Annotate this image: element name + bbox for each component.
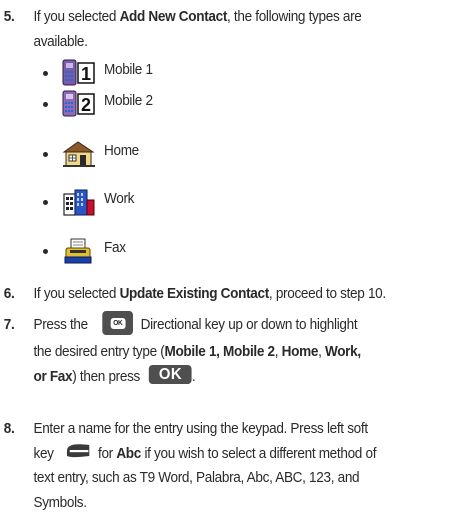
bullet-dot	[43, 71, 48, 76]
step-number: 7.	[3, 317, 15, 333]
list-item: 1 Mobile 1	[0, 57, 472, 89]
step-number: 5.	[3, 9, 15, 25]
step-text: If you selected Add New Contact, the fol…	[33, 9, 362, 50]
bullet-dot	[43, 102, 48, 107]
left-soft-key-icon	[67, 443, 90, 457]
mobile-2-icon: 2	[62, 90, 95, 117]
type-label: Mobile 2	[104, 93, 153, 109]
list-item: 2 Mobile 2	[0, 88, 472, 120]
bullet-dot	[43, 152, 48, 157]
ok-key-icon: OK	[102, 311, 134, 336]
step-number: 6.	[3, 286, 15, 302]
emphasis-update-existing-contact: Update Existing Contact	[119, 286, 270, 302]
manual-page: 5. If you selected Add New Contact, the …	[0, 0, 472, 525]
emphasis-add-new-contact: Add New Contact	[119, 9, 228, 25]
ok-button-icon: OK	[149, 365, 192, 385]
fax-icon	[64, 238, 92, 264]
list-item: Work	[0, 186, 472, 218]
home-icon	[62, 141, 95, 167]
bullet-dot	[43, 200, 48, 205]
step-number: 8.	[3, 421, 15, 437]
bullet-dot	[43, 249, 48, 254]
type-label: Work	[104, 191, 135, 207]
work-icon	[63, 189, 95, 216]
type-label: Fax	[104, 240, 126, 256]
svg-text:2: 2	[81, 95, 91, 115]
step-text: If you selected Update Existing Contact,…	[33, 286, 386, 302]
type-label: Mobile 1	[104, 62, 153, 78]
step-text: Press the OK Directional key up or down t…	[33, 311, 470, 389]
svg-text:1: 1	[81, 64, 91, 84]
list-item: Fax	[0, 235, 472, 267]
mobile-1-icon: 1	[62, 59, 95, 86]
list-item: Home	[0, 138, 472, 170]
step-text: Enter a name for the entry using the key…	[33, 421, 377, 511]
type-label: Home	[104, 143, 139, 159]
